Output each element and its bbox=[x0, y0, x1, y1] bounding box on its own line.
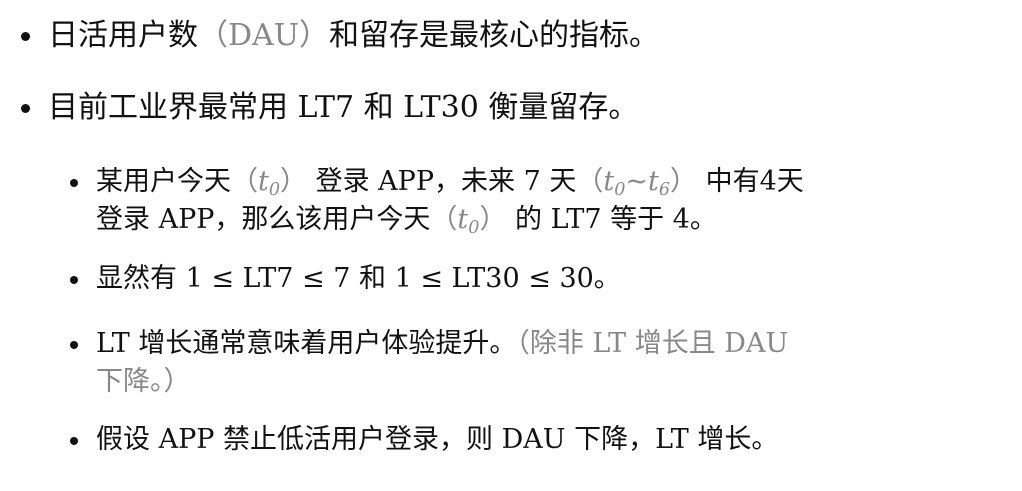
sub-bullet-ban-low-activity: 假设 APP 禁止低活用户登录，则 DAU 下降，LT 增长。 bbox=[96, 424, 779, 455]
text-fragment: 中有4天 bbox=[697, 166, 804, 197]
sub-bullet-lt-growth-line1: LT 增长通常意味着用户体验提升。（除非 LT 增长且 DAU bbox=[96, 330, 788, 357]
text-fragment: 登录 APP，未来 7 天 bbox=[307, 166, 577, 197]
paren: （ bbox=[576, 166, 604, 197]
sub-bullet-lt7-example-line1: 某用户今天（t0） 登录 APP，未来 7 天（t0~t6） 中有4天 bbox=[96, 166, 804, 201]
math-sub: 0 bbox=[268, 180, 281, 201]
sub-bullet-dot bbox=[70, 341, 78, 349]
paren: （ bbox=[231, 166, 258, 197]
core-metrics-text: 和留存是最核心的指标。 bbox=[329, 18, 660, 53]
text-fragment: 的 LT7 等于 4。 bbox=[506, 204, 717, 235]
dau-abbrev: （DAU） bbox=[198, 18, 330, 53]
text-fragment: LT 增长通常意味着用户体验提升。 bbox=[96, 328, 517, 359]
text-fragment: 某用户今天 bbox=[96, 166, 231, 197]
paren: （ bbox=[430, 204, 458, 235]
math-sub: 0 bbox=[614, 180, 626, 201]
math-var: t bbox=[603, 166, 615, 197]
math-sub: 0 bbox=[468, 218, 480, 239]
math-t0: t0 bbox=[258, 166, 281, 201]
paren: ） bbox=[280, 166, 308, 197]
bullet-dot bbox=[21, 104, 30, 113]
math-var: t bbox=[648, 166, 659, 197]
bullet-dau-retention: 日活用户数（DAU）和留存是最核心的指标。 bbox=[48, 21, 659, 51]
sub-bullet-lt-range: 显然有 1 ≤ LT7 ≤ 7 和 1 ≤ LT30 ≤ 30。 bbox=[96, 263, 621, 294]
math-t0: t0 bbox=[457, 204, 480, 239]
bullet-dot bbox=[21, 32, 30, 41]
sub-bullet-dot bbox=[70, 437, 78, 445]
paren: ） bbox=[670, 166, 698, 197]
caveat-text: （除非 LT 增长且 DAU bbox=[516, 328, 789, 359]
math-var: t bbox=[457, 204, 469, 235]
math-sub: 6 bbox=[658, 180, 671, 201]
text-fragment: 登录 APP，那么该用户今天 bbox=[96, 204, 431, 235]
sub-bullet-lt7-example-line2: 登录 APP，那么该用户今天（t0） 的 LT7 等于 4。 bbox=[96, 204, 717, 239]
sub-bullet-dot bbox=[70, 276, 78, 284]
paren: ） bbox=[479, 204, 507, 235]
sub-bullet-lt-growth-line2: 下降。） bbox=[96, 366, 191, 397]
math-tilde: ~ bbox=[625, 166, 648, 197]
math-t0-t6: t0~t6 bbox=[603, 166, 671, 201]
math-var: t bbox=[258, 166, 269, 197]
bullet-lt-measure: 目前工业界最常用 LT7 和 LT30 衡量留存。 bbox=[48, 90, 639, 125]
dau-label: 日活用户数 bbox=[48, 18, 198, 53]
sub-bullet-dot bbox=[70, 179, 78, 187]
slide: 日活用户数（DAU）和留存是最核心的指标。 目前工业界最常用 LT7 和 LT3… bbox=[0, 0, 1022, 491]
